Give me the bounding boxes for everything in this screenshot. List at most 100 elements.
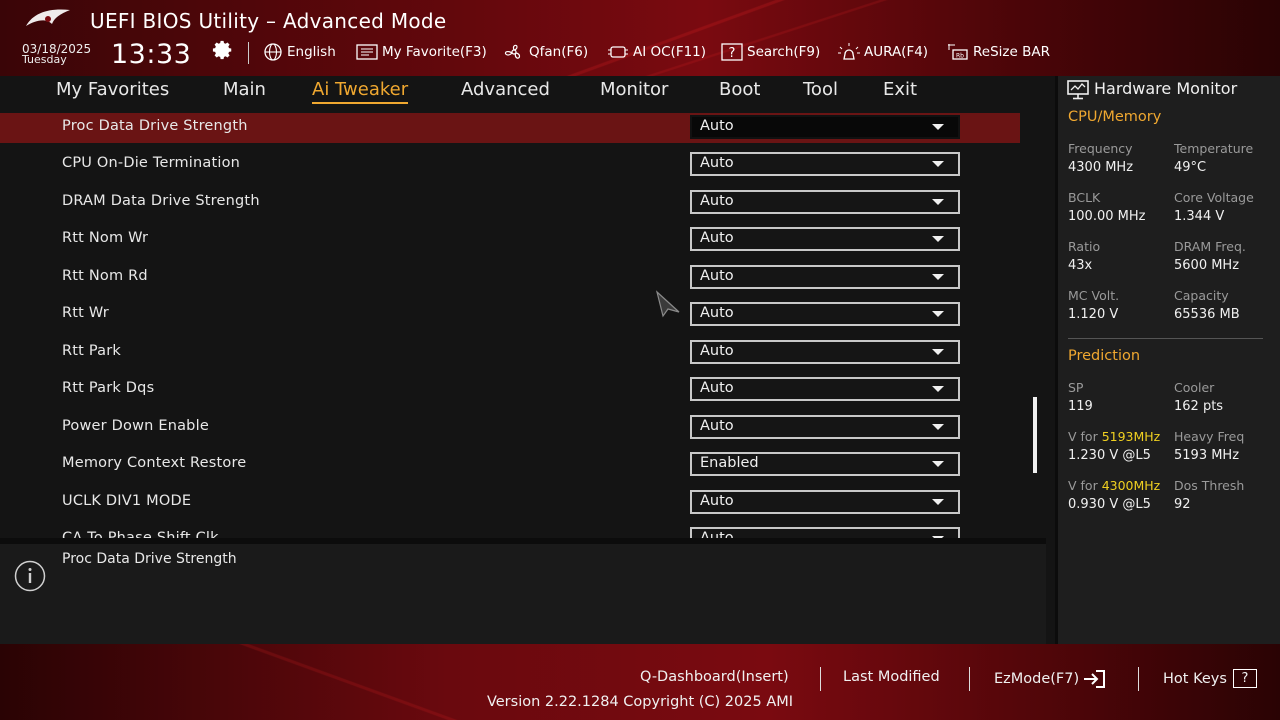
tab-exit[interactable]: Exit [883,79,917,100]
footer-separator [1138,667,1139,691]
language-button[interactable]: English [263,43,336,61]
tab-advanced[interactable]: Advanced [461,79,550,100]
setting-row-uclk-div1-mode[interactable]: UCLK DIV1 MODE Auto [0,488,1020,518]
setting-dropdown[interactable]: Enabled [690,452,960,476]
ezmode-button[interactable]: EzMode(F7) [994,669,1108,689]
ezmode-label: EzMode(F7) [994,671,1080,687]
tab-monitor[interactable]: Monitor [600,79,668,100]
caret-down-icon [932,236,944,242]
tab-tool[interactable]: Tool [803,79,838,100]
rog-logo-icon [26,9,70,26]
caret-down-icon [932,424,944,430]
setting-row-rtt-park-dqs[interactable]: Rtt Park Dqs Auto [0,375,1020,405]
setting-row-rtt-nom-rd[interactable]: Rtt Nom Rd Auto [0,263,1020,293]
setting-dropdown[interactable]: Auto [690,115,960,139]
v-freq: 4300MHz [1101,478,1161,493]
header-bar: UEFI BIOS Utility – Advanced Mode 03/18/… [0,0,1280,76]
setting-dropdown[interactable]: Auto [690,227,960,251]
setting-row-ca-to-phase-shift-clk[interactable]: CA To Phase Shift Clk Auto [0,525,1020,538]
hw-value: 119 [1068,399,1093,414]
mouse-cursor-icon [655,290,680,318]
help-key-icon: ? [1232,669,1257,688]
hw-dos-thresh: Dos Thresh 92 [1174,478,1280,512]
aura-button[interactable]: AURA(F4) [838,43,928,61]
info-icon [14,560,46,592]
setting-dropdown[interactable]: Auto [690,490,960,514]
caret-down-icon [932,499,944,505]
hw-value: 43x [1068,258,1093,273]
hw-key: MC Volt. [1068,288,1120,303]
hw-key: Dos Thresh [1174,478,1245,493]
hw-key: Ratio [1068,239,1101,254]
setting-row-memory-context-restore[interactable]: Memory Context Restore Enabled [0,450,1020,480]
dropdown-value: Auto [700,343,734,359]
setting-dropdown[interactable]: Auto [690,415,960,439]
help-description: Proc Data Drive Strength [62,551,237,567]
tab-my-favorites[interactable]: My Favorites [56,79,169,100]
ai-oc-label: AI OC(F11) [633,44,707,60]
dropdown-value: Auto [700,118,734,134]
q-dashboard-button[interactable]: Q-Dashboard(Insert) [640,669,789,685]
dropdown-value: Auto [700,155,734,171]
setting-row-rtt-nom-wr[interactable]: Rtt Nom Wr Auto [0,225,1020,255]
resize-bar-button[interactable]: Rb ReSize BAR [947,43,1050,61]
caret-down-icon [932,311,944,317]
hw-key: Cooler [1174,380,1215,395]
setting-row-power-down-enable[interactable]: Power Down Enable Auto [0,413,1020,443]
dropdown-value: Auto [700,193,734,209]
setting-dropdown[interactable]: Auto [690,377,960,401]
setting-dropdown[interactable]: Auto [690,340,960,364]
hw-value: 49°C [1174,160,1207,175]
search-button[interactable]: ? Search(F9) [721,43,820,61]
help-panel: Proc Data Drive Strength [0,544,1046,644]
hw-mc-volt: MC Volt. 1.120 V [1068,288,1178,322]
setting-dropdown[interactable]: Auto [690,190,960,214]
setting-row-proc-data-drive-strength[interactable]: Proc Data Drive Strength Auto [0,113,1020,143]
hw-heavy-freq: Heavy Freq 5193 MHz [1174,429,1280,463]
tab-boot[interactable]: Boot [719,79,760,100]
prediction-heading: Prediction [1068,348,1141,364]
setting-dropdown[interactable]: Auto [690,527,960,538]
v-prefix: V for [1068,478,1102,493]
settings-list: Proc Data Drive Strength Auto CPU On-Die… [0,110,1046,538]
setting-row-rtt-park[interactable]: Rtt Park Auto [0,338,1020,368]
globe-icon [264,43,282,61]
setting-dropdown[interactable]: Auto [690,302,960,326]
caret-down-icon [932,124,944,130]
hw-temperature: Temperature 49°C [1174,141,1280,175]
caret-down-icon [932,349,944,355]
gear-icon[interactable] [212,39,234,61]
setting-row-dram-data-drive-strength[interactable]: DRAM Data Drive Strength Auto [0,188,1020,218]
dropdown-value: Auto [700,230,734,246]
setting-label: CA To Phase Shift Clk [62,530,219,538]
hw-bclk: BCLK 100.00 MHz [1068,190,1178,224]
setting-row-cpu-on-die-termination[interactable]: CPU On-Die Termination Auto [0,150,1020,180]
hw-key: V for 5193MHz [1068,429,1178,448]
setting-row-rtt-wr[interactable]: Rtt Wr Auto [0,300,1020,330]
hw-value: 5600 MHz [1174,258,1240,273]
setting-dropdown[interactable]: Auto [690,152,960,176]
setting-label: Rtt Park [62,343,121,359]
hw-value: 65536 MB [1174,307,1240,322]
aura-label: AURA(F4) [864,44,929,60]
hw-value: 0.930 V @L5 [1068,497,1151,512]
cpu-memory-heading: CPU/Memory [1068,109,1162,125]
dropdown-value: Enabled [700,455,759,471]
ai-oc-button[interactable]: AI OC(F11) [607,43,706,61]
hw-key: BCLK [1068,190,1101,205]
tab-main[interactable]: Main [223,79,266,100]
tab-ai-tweaker[interactable]: Ai Tweaker [312,79,409,104]
dropdown-value: Auto [700,418,734,434]
my-favorite-button[interactable]: My Favorite(F3) [356,43,487,61]
svg-text:?: ? [729,46,736,61]
language-label: English [287,44,336,60]
qfan-button[interactable]: Qfan(F6) [503,43,588,61]
setting-dropdown[interactable]: Auto [690,265,960,289]
hot-keys-button[interactable]: Hot Keys ? [1163,669,1257,688]
last-modified-button[interactable]: Last Modified [843,669,940,685]
dropdown-value: Auto [700,380,734,396]
time-display[interactable]: 13:33 [111,39,191,70]
caret-down-icon [932,199,944,205]
list-scrollbar[interactable] [1033,397,1037,473]
setting-label: Rtt Nom Wr [62,230,149,246]
